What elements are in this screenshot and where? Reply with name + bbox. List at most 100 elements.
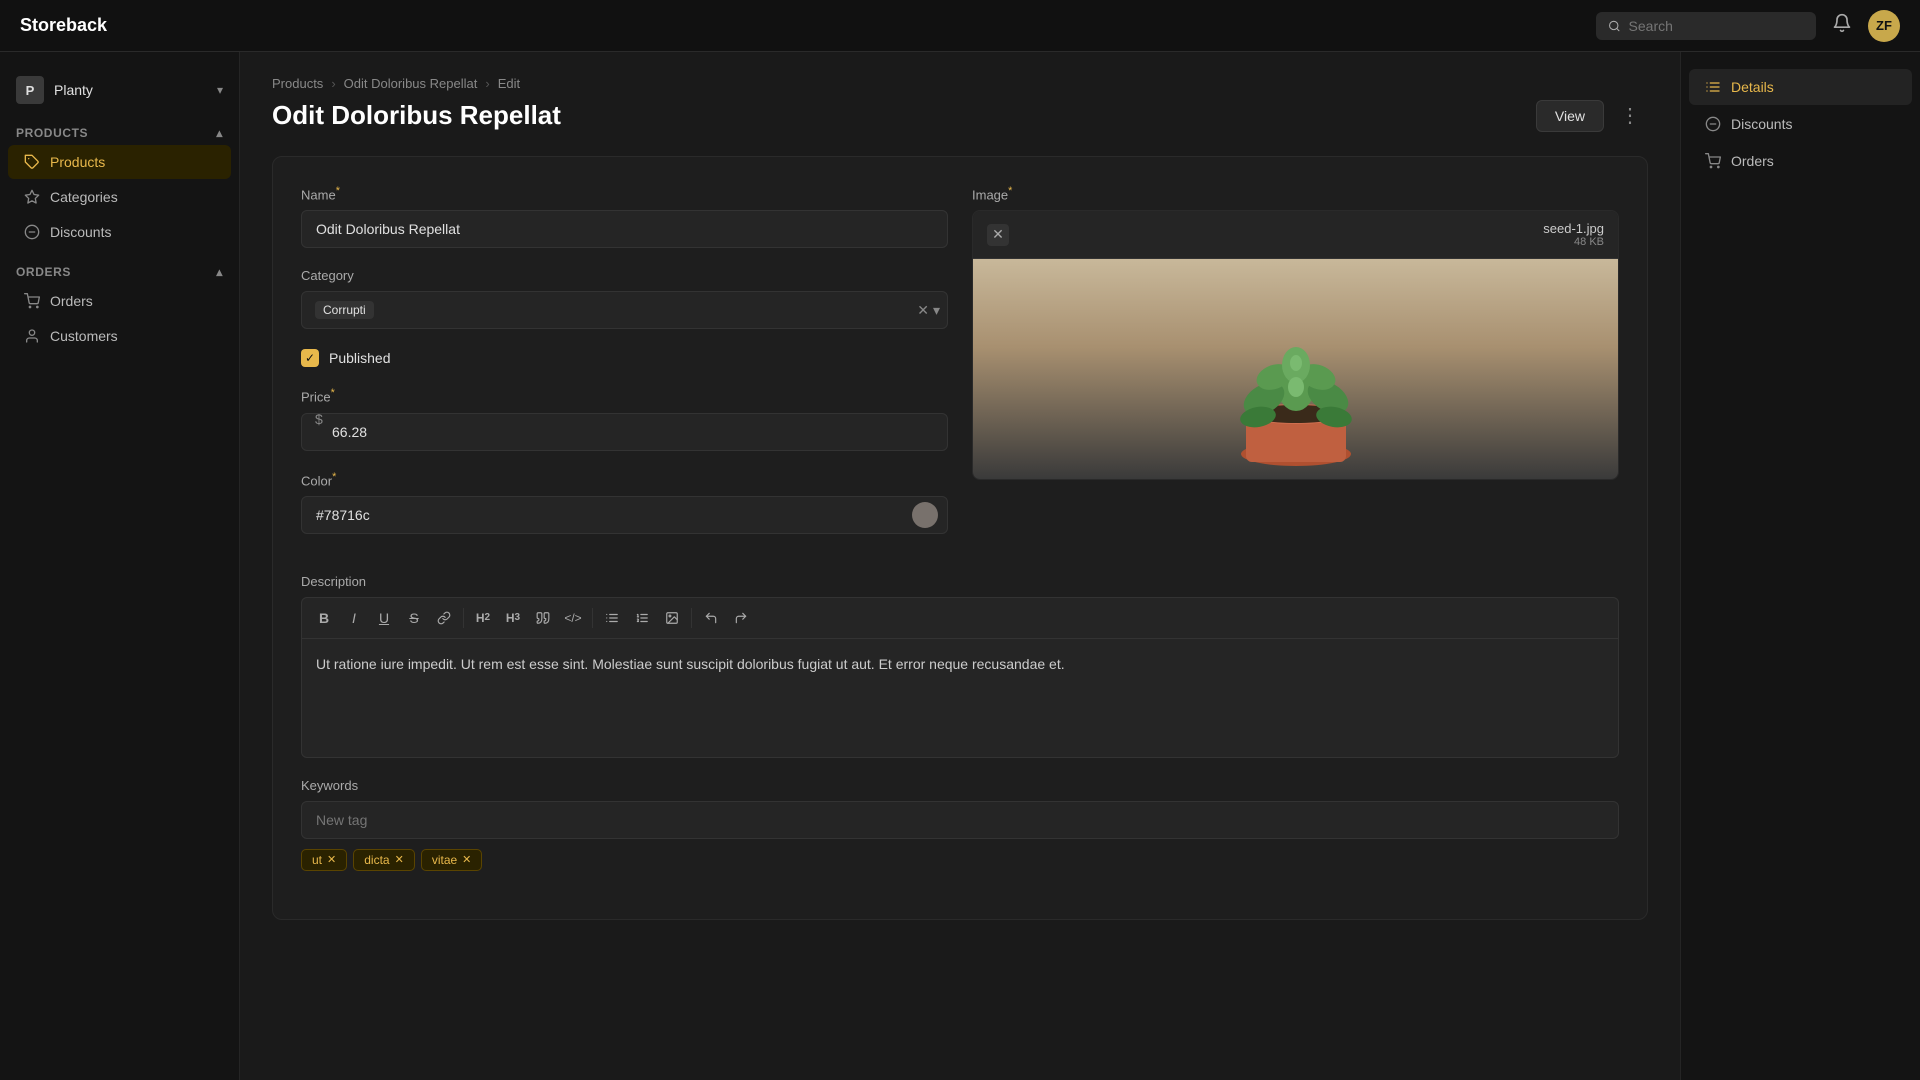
workspace-selector[interactable]: P Planty ▾	[0, 68, 239, 120]
list-icon	[1705, 79, 1721, 95]
cart-icon	[24, 293, 40, 309]
price-field-group: Price* $	[301, 387, 948, 450]
right-panel-details-label: Details	[1731, 79, 1774, 95]
view-button[interactable]: View	[1536, 100, 1604, 132]
image-label: Image*	[972, 185, 1619, 202]
chevron-up-icon: ▴	[216, 265, 223, 279]
more-options-button[interactable]: ⋮	[1612, 99, 1648, 132]
strikethrough-button[interactable]: S	[400, 604, 428, 632]
sidebar-item-discounts[interactable]: Discounts	[8, 215, 231, 249]
keywords-input[interactable]	[301, 801, 1619, 839]
image-header: ✕ seed-1.jpg 48 KB	[973, 211, 1618, 259]
tag-remove-vitae[interactable]: ✕	[462, 853, 471, 866]
search-input[interactable]	[1629, 18, 1804, 34]
category-select-wrapper[interactable]: Corrupti ✕ ▾	[301, 291, 948, 329]
published-checkbox[interactable]: ✓	[301, 349, 319, 367]
tag-ut[interactable]: ut ✕	[301, 849, 347, 871]
user-avatar[interactable]: ZF	[1868, 10, 1900, 42]
notifications-icon[interactable]	[1832, 13, 1852, 38]
breadcrumb-edit: Edit	[498, 76, 520, 91]
price-prefix: $	[315, 411, 323, 427]
right-panel-discounts[interactable]: Discounts	[1689, 106, 1912, 142]
italic-button[interactable]: I	[340, 604, 368, 632]
image-area: ✕ seed-1.jpg 48 KB	[972, 210, 1619, 480]
undo-button[interactable]	[697, 604, 725, 632]
color-field-group: Color*	[301, 471, 948, 534]
main-content: Products › Odit Doloribus Repellat › Edi…	[240, 52, 1680, 1080]
description-label: Description	[301, 574, 1619, 589]
tag-remove-dicta[interactable]: ✕	[395, 853, 404, 866]
ordered-list-button[interactable]	[628, 604, 656, 632]
sidebar-item-orders-label: Orders	[50, 293, 93, 309]
breadcrumb-sep-2: ›	[485, 76, 489, 91]
keywords-field-group: Keywords ut ✕ dicta ✕ vitae ✕	[301, 778, 1619, 871]
right-panel: Details Discounts Orders	[1680, 52, 1920, 1080]
tag-dicta[interactable]: dicta ✕	[353, 849, 415, 871]
h2-button[interactable]: H2	[469, 604, 497, 632]
breadcrumb-product-name[interactable]: Odit Doloribus Repellat	[344, 76, 478, 91]
breadcrumb-sep-1: ›	[331, 76, 335, 91]
category-field-group: Category Corrupti ✕ ▾	[301, 268, 948, 329]
categories-icon	[24, 189, 40, 205]
sidebar-section-orders[interactable]: Orders ▴	[0, 259, 239, 283]
link-button[interactable]	[430, 604, 458, 632]
color-input[interactable]	[301, 496, 948, 534]
h3-button[interactable]: H3	[499, 604, 527, 632]
price-input[interactable]	[301, 413, 948, 451]
topnav: Storeback ZF	[0, 0, 1920, 52]
sidebar-item-categories[interactable]: Categories	[8, 180, 231, 214]
redo-button[interactable]	[727, 604, 755, 632]
breadcrumb: Products › Odit Doloribus Repellat › Edi…	[272, 76, 1648, 91]
category-chip-corrupti: Corrupti	[315, 301, 374, 319]
discounts-panel-icon	[1705, 116, 1721, 132]
sidebar-section-products[interactable]: Products ▴	[0, 120, 239, 144]
sidebar-item-orders[interactable]: Orders	[8, 284, 231, 318]
image-filesize: 48 KB	[1574, 236, 1604, 248]
code-button[interactable]: </>	[559, 604, 587, 632]
orders-panel-icon	[1705, 153, 1721, 169]
sidebar-item-products-label: Products	[50, 154, 105, 170]
name-label: Name*	[301, 185, 948, 202]
sidebar-item-discounts-label: Discounts	[50, 224, 111, 240]
image-insert-button[interactable]	[658, 604, 686, 632]
bullet-list-button[interactable]	[598, 604, 626, 632]
image-meta: seed-1.jpg 48 KB	[1543, 221, 1604, 248]
color-label: Color*	[301, 471, 948, 488]
search-bar[interactable]	[1596, 12, 1816, 40]
bold-button[interactable]: B	[310, 604, 338, 632]
tags-row: ut ✕ dicta ✕ vitae ✕	[301, 849, 1619, 871]
discounts-icon	[24, 224, 40, 240]
tag-icon	[24, 154, 40, 170]
quote-button[interactable]	[529, 604, 557, 632]
description-editor[interactable]: Ut ratione iure impedit. Ut rem est esse…	[301, 638, 1619, 758]
breadcrumb-products[interactable]: Products	[272, 76, 323, 91]
right-panel-discounts-label: Discounts	[1731, 116, 1792, 132]
workspace-name: Planty	[54, 82, 93, 98]
right-panel-details[interactable]: Details	[1689, 69, 1912, 105]
tag-remove-ut[interactable]: ✕	[327, 853, 336, 866]
tag-vitae[interactable]: vitae ✕	[421, 849, 483, 871]
keywords-label: Keywords	[301, 778, 1619, 793]
name-field-group: Name*	[301, 185, 948, 248]
category-chips: Corrupti	[315, 301, 374, 319]
select-controls: ✕ ▾	[917, 302, 940, 319]
image-filename: seed-1.jpg	[1543, 221, 1604, 236]
workspace-avatar: P	[16, 76, 44, 104]
sidebar-item-products[interactable]: Products	[8, 145, 231, 179]
sidebar-item-customers-label: Customers	[50, 328, 118, 344]
published-label: Published	[329, 350, 391, 366]
right-panel-orders[interactable]: Orders	[1689, 143, 1912, 179]
chevron-down-icon[interactable]: ▾	[933, 302, 940, 319]
checkmark-icon: ✓	[305, 351, 315, 365]
underline-button[interactable]: U	[370, 604, 398, 632]
description-field-group: Description B I U S H2 H3	[301, 574, 1619, 758]
sidebar-item-customers[interactable]: Customers	[8, 319, 231, 353]
category-input[interactable]	[301, 291, 948, 329]
topnav-actions: ZF	[1832, 10, 1900, 42]
form-top-row: Name* Category Corrupti	[301, 185, 1619, 554]
image-close-button[interactable]: ✕	[987, 224, 1009, 246]
color-swatch[interactable]	[912, 502, 938, 528]
category-label: Category	[301, 268, 948, 283]
name-input[interactable]	[301, 210, 948, 248]
select-clear-icon[interactable]: ✕	[917, 302, 929, 319]
